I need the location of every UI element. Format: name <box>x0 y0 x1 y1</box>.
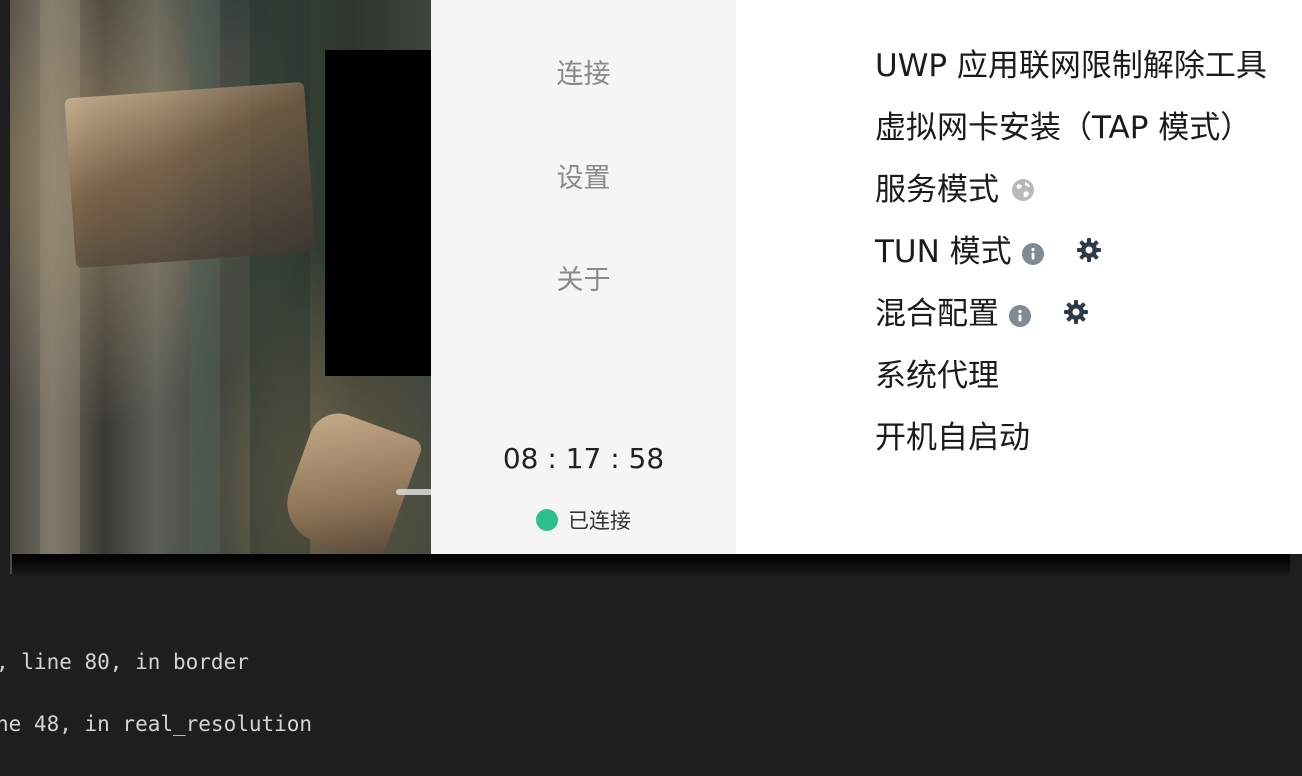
photo-strip <box>190 0 220 574</box>
setting-label: 混合配置 <box>875 295 999 332</box>
globe-icon <box>1011 174 1035 201</box>
setting-autostart[interactable]: 开机自启动 <box>875 414 1030 456</box>
setting-label: 系统代理 <box>875 357 999 394</box>
setting-system-proxy[interactable]: 系统代理 <box>875 352 999 394</box>
photo-strip <box>40 0 80 574</box>
black-overlay-panel <box>325 50 440 376</box>
gear-icon[interactable] <box>1063 297 1089 324</box>
connection-status: 已连接 <box>431 505 736 535</box>
nav-item-settings[interactable]: 设置 <box>431 156 736 195</box>
setting-label: 开机自启动 <box>875 419 1030 456</box>
status-dot <box>536 509 558 531</box>
terminal-panel: , line 80, in border ne 48, in real_reso… <box>0 580 1302 776</box>
setting-mixed-config[interactable]: 混合配置 <box>875 290 1089 332</box>
setting-label: 服务模式 <box>875 171 999 208</box>
photo-object <box>64 81 316 269</box>
connection-timer: 08 : 17 : 58 <box>502 442 665 475</box>
terminal-line: ne 48, in real_resolution <box>0 712 313 736</box>
nav-item-connect[interactable]: 连接 <box>431 52 736 91</box>
terminal-line: , line 80, in border <box>0 650 249 674</box>
setting-label: UWP 应用联网限制解除工具 <box>875 47 1267 84</box>
setting-service-mode[interactable]: 服务模式 <box>875 166 1035 208</box>
setting-label: 虚拟网卡安装（TAP 模式） <box>875 109 1252 146</box>
setting-uwp-tool[interactable]: UWP 应用联网限制解除工具 <box>875 42 1267 84</box>
setting-label: TUN 模式 <box>875 233 1012 270</box>
status-label: 已连接 <box>568 509 631 533</box>
setting-tun-mode[interactable]: TUN 模式 <box>875 228 1102 270</box>
window-shadow <box>12 554 1290 576</box>
gear-icon[interactable] <box>1076 235 1102 262</box>
sidebar: 连接 设置 关于 08 : 17 : 58 已连接 <box>431 0 736 554</box>
info-icon[interactable] <box>1009 299 1031 327</box>
background-photo <box>10 0 440 574</box>
app-window: 连接 设置 关于 08 : 17 : 58 已连接 UWP 应用联网限制解除工具… <box>431 0 1302 554</box>
info-icon[interactable] <box>1021 237 1044 265</box>
nav-item-about[interactable]: 关于 <box>431 258 736 297</box>
setting-tap-install[interactable]: 虚拟网卡安装（TAP 模式） <box>875 104 1252 146</box>
